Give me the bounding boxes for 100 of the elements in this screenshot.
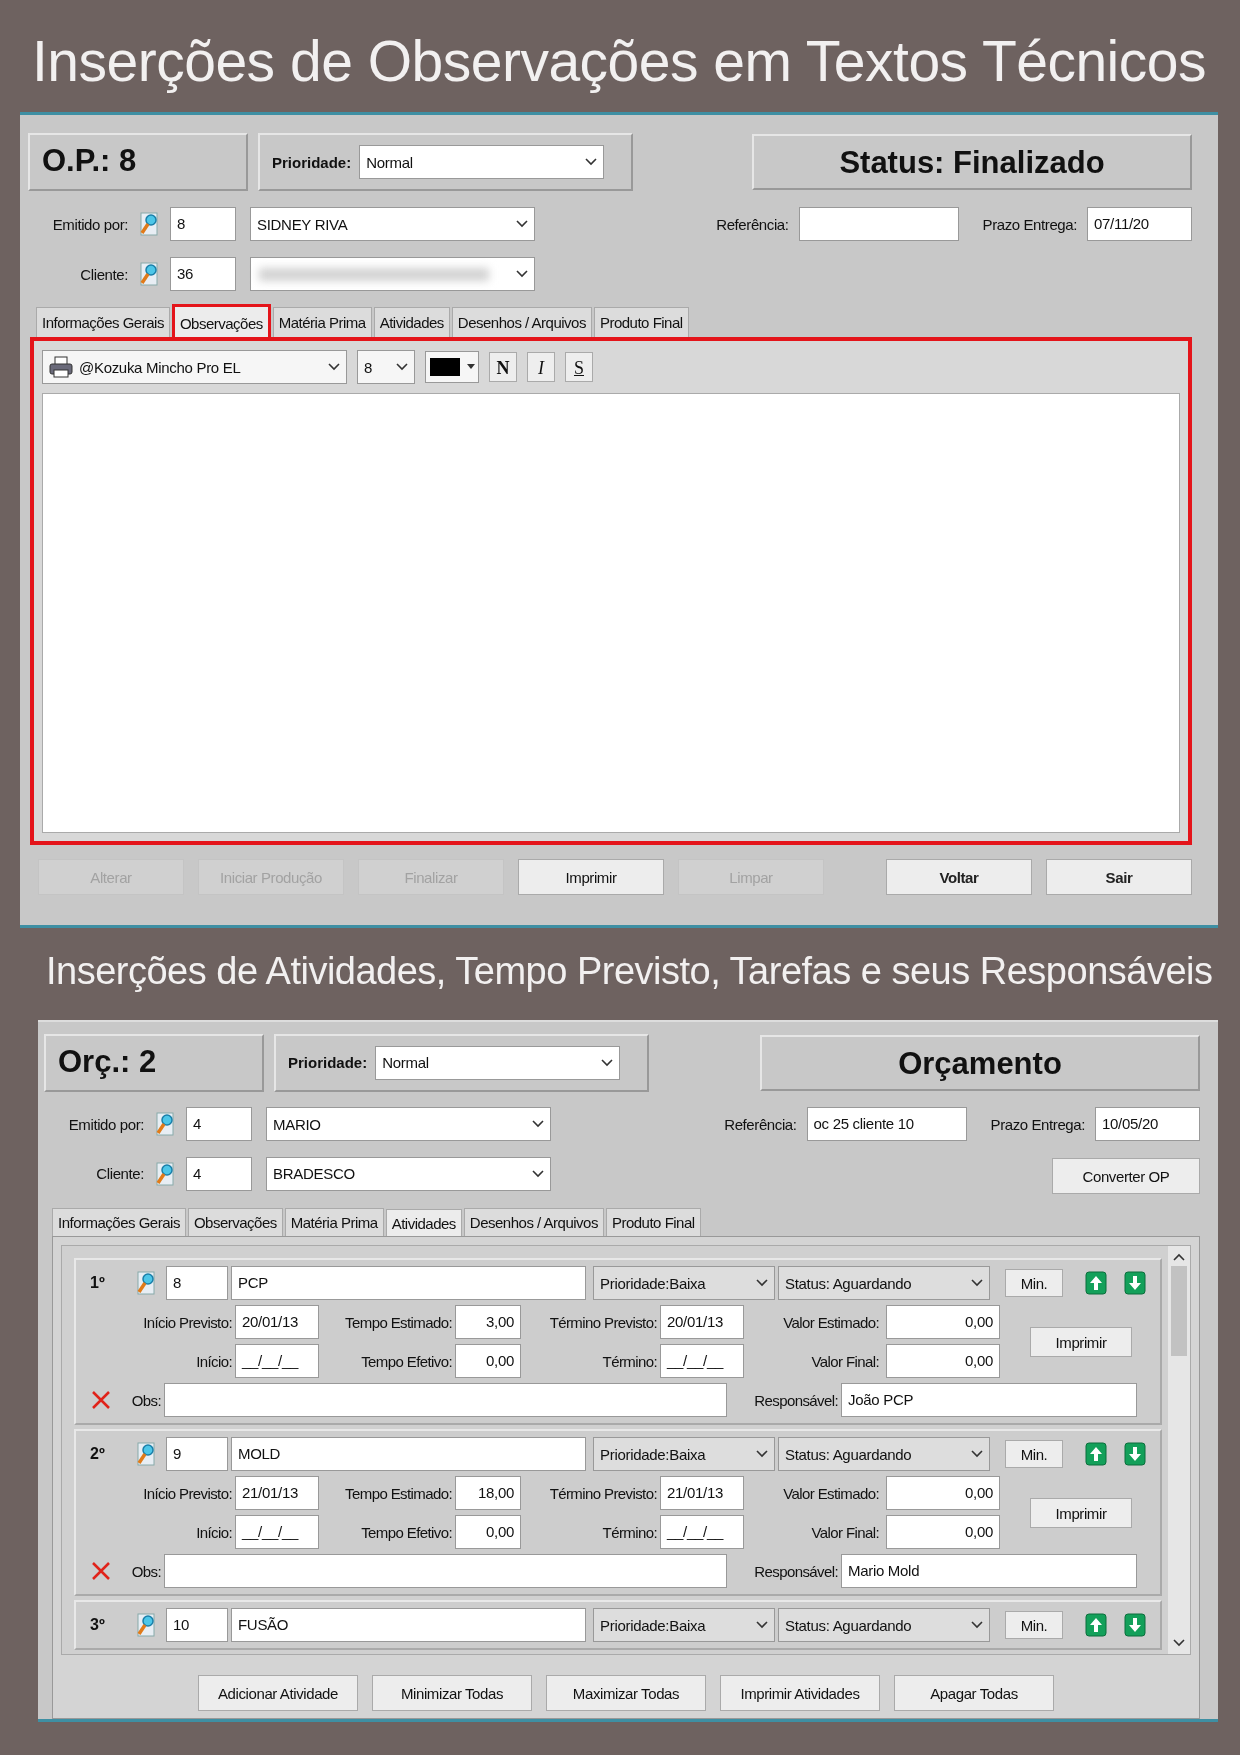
input-field[interactable]: 07/11/20 — [1087, 207, 1192, 241]
input-field[interactable] — [798, 207, 959, 241]
caret-icon — [971, 1279, 983, 1288]
tab[interactable]: Informações Gerais — [36, 307, 170, 337]
button[interactable]: Imprimir — [518, 859, 664, 895]
button[interactable]: Minimizar Todas — [372, 1675, 532, 1712]
tab[interactable]: Matéria Prima — [284, 1208, 384, 1237]
dropdown[interactable]: Prioridade:Baixa — [593, 1608, 775, 1643]
input-field[interactable]: 0,00 — [886, 1305, 1000, 1340]
tab[interactable]: Desenhos / Arquivos — [451, 307, 592, 337]
button[interactable]: Adicionar Atividade — [198, 1675, 358, 1712]
input-field[interactable]: 10/05/20 — [1095, 1107, 1200, 1142]
input-field[interactable]: 0,00 — [886, 1476, 1000, 1511]
caret-icon — [971, 1450, 983, 1459]
dropdown[interactable]: @Kozuka Mincho Pro EL — [42, 350, 347, 384]
button[interactable]: Converter OP — [1052, 1157, 1200, 1194]
button[interactable]: Imprimir — [1030, 1497, 1132, 1528]
button[interactable]: Maximizar Todas — [546, 1675, 706, 1712]
format-button[interactable]: S — [565, 352, 593, 382]
tab[interactable]: Matéria Prima — [272, 307, 372, 337]
input-field[interactable]: 0,00 — [455, 1515, 521, 1550]
printer-icon — [49, 356, 73, 378]
field-label: Referência: — [716, 215, 789, 233]
input-field[interactable]: 0,00 — [886, 1515, 1000, 1550]
input-field[interactable]: Mario Mold — [841, 1554, 1137, 1589]
input-field[interactable]: MOLD — [231, 1437, 586, 1472]
dropdown[interactable]: BRADESCO — [266, 1156, 551, 1191]
dropdown[interactable] — [250, 257, 535, 291]
tab[interactable]: Informações Gerais — [52, 1208, 186, 1237]
input-field[interactable]: __/__/__ — [235, 1344, 319, 1379]
input-field[interactable]: 20/01/13 — [660, 1305, 744, 1340]
dropdown[interactable]: MARIO — [266, 1107, 551, 1142]
input-field[interactable]: 21/01/13 — [235, 1476, 319, 1511]
input-field[interactable]: 36 — [170, 257, 236, 291]
tab[interactable]: Produto Final — [605, 1208, 701, 1237]
input-field[interactable]: 0,00 — [886, 1344, 1000, 1379]
dropdown[interactable]: Normal — [375, 1045, 621, 1080]
dropdown[interactable]: Status: Aguardando — [778, 1266, 990, 1301]
dropdown[interactable]: Prioridade:Baixa — [593, 1266, 775, 1301]
input-field[interactable]: oc 25 cliente 10 — [806, 1107, 967, 1142]
tab[interactable]: Atividades — [385, 1209, 462, 1238]
field-label: Cliente: — [95, 1165, 144, 1183]
dropdown[interactable]: SIDNEY RIVA — [250, 207, 535, 241]
dropdown[interactable]: 8 — [357, 350, 415, 384]
field-label: Tempo Efetivo: — [360, 1352, 452, 1370]
tab[interactable]: Desenhos / Arquivos — [463, 1208, 604, 1237]
field-label: Término Previsto: — [548, 1313, 657, 1331]
button[interactable]: Min. — [1005, 1440, 1063, 1469]
input-field[interactable]: 0,00 — [455, 1344, 521, 1379]
field-label: Emitido por: — [51, 215, 128, 233]
magnifier-icon — [154, 1160, 176, 1187]
color-picker[interactable] — [425, 351, 479, 383]
tab[interactable]: Observações — [171, 304, 271, 338]
field-label: Cliente: — [79, 265, 128, 283]
button[interactable]: Min. — [1005, 1611, 1063, 1640]
input-field[interactable]: 4 — [186, 1156, 252, 1191]
scrollbar-thumb[interactable] — [1171, 1266, 1187, 1357]
input-field[interactable] — [164, 1383, 727, 1418]
format-button[interactable]: N — [489, 352, 517, 382]
dropdown[interactable]: Normal — [359, 145, 605, 179]
dropdown[interactable]: Status: Aguardando — [778, 1437, 990, 1472]
field-label: Início: — [195, 1352, 232, 1370]
input-field[interactable]: 9 — [166, 1437, 228, 1472]
scrollbar[interactable] — [1168, 1246, 1190, 1655]
format-button[interactable]: I — [527, 352, 555, 382]
input-field[interactable] — [164, 1554, 727, 1589]
tab[interactable]: Observações — [187, 1208, 283, 1237]
button[interactable]: Sair — [1046, 859, 1192, 895]
tab[interactable]: Atividades — [373, 307, 450, 337]
input-field[interactable]: FUSÃO — [231, 1608, 586, 1643]
input-field[interactable]: 21/01/13 — [660, 1476, 744, 1511]
field-label: Início Previsto: — [142, 1313, 232, 1331]
field-label: Tempo Efetivo: — [360, 1523, 452, 1541]
input-field[interactable]: 4 — [186, 1107, 252, 1142]
button[interactable]: Apagar Todas — [894, 1675, 1054, 1712]
button[interactable]: Voltar — [886, 859, 1032, 895]
button[interactable]: Imprimir — [1030, 1326, 1132, 1357]
button[interactable]: Imprimir Atividades — [720, 1675, 880, 1712]
input-field[interactable]: __/__/__ — [660, 1515, 744, 1550]
scroll-down-icon — [1172, 1638, 1186, 1649]
input-field[interactable]: 10 — [166, 1608, 228, 1643]
activity-number: 2º — [89, 1445, 106, 1464]
input-field[interactable]: PCP — [231, 1266, 586, 1301]
caret-icon — [532, 1120, 544, 1129]
field-label: Responsável: — [753, 1562, 838, 1580]
dropdown[interactable]: Status: Aguardando — [778, 1608, 990, 1643]
caret-icon — [467, 364, 475, 370]
dropdown[interactable]: Prioridade:Baixa — [593, 1437, 775, 1472]
field-label: Início: — [195, 1523, 232, 1541]
tab[interactable]: Produto Final — [593, 307, 689, 337]
input-field[interactable]: 8 — [170, 207, 236, 241]
input-field[interactable]: 8 — [166, 1266, 228, 1301]
input-field[interactable]: 20/01/13 — [235, 1305, 319, 1340]
input-field[interactable]: __/__/__ — [660, 1344, 744, 1379]
magnifier-icon — [135, 1270, 157, 1297]
input-field[interactable]: 18,00 — [455, 1476, 521, 1511]
button[interactable]: Min. — [1005, 1269, 1063, 1298]
input-field[interactable]: João PCP — [841, 1383, 1137, 1418]
input-field[interactable]: 3,00 — [455, 1305, 521, 1340]
input-field[interactable]: __/__/__ — [235, 1515, 319, 1550]
